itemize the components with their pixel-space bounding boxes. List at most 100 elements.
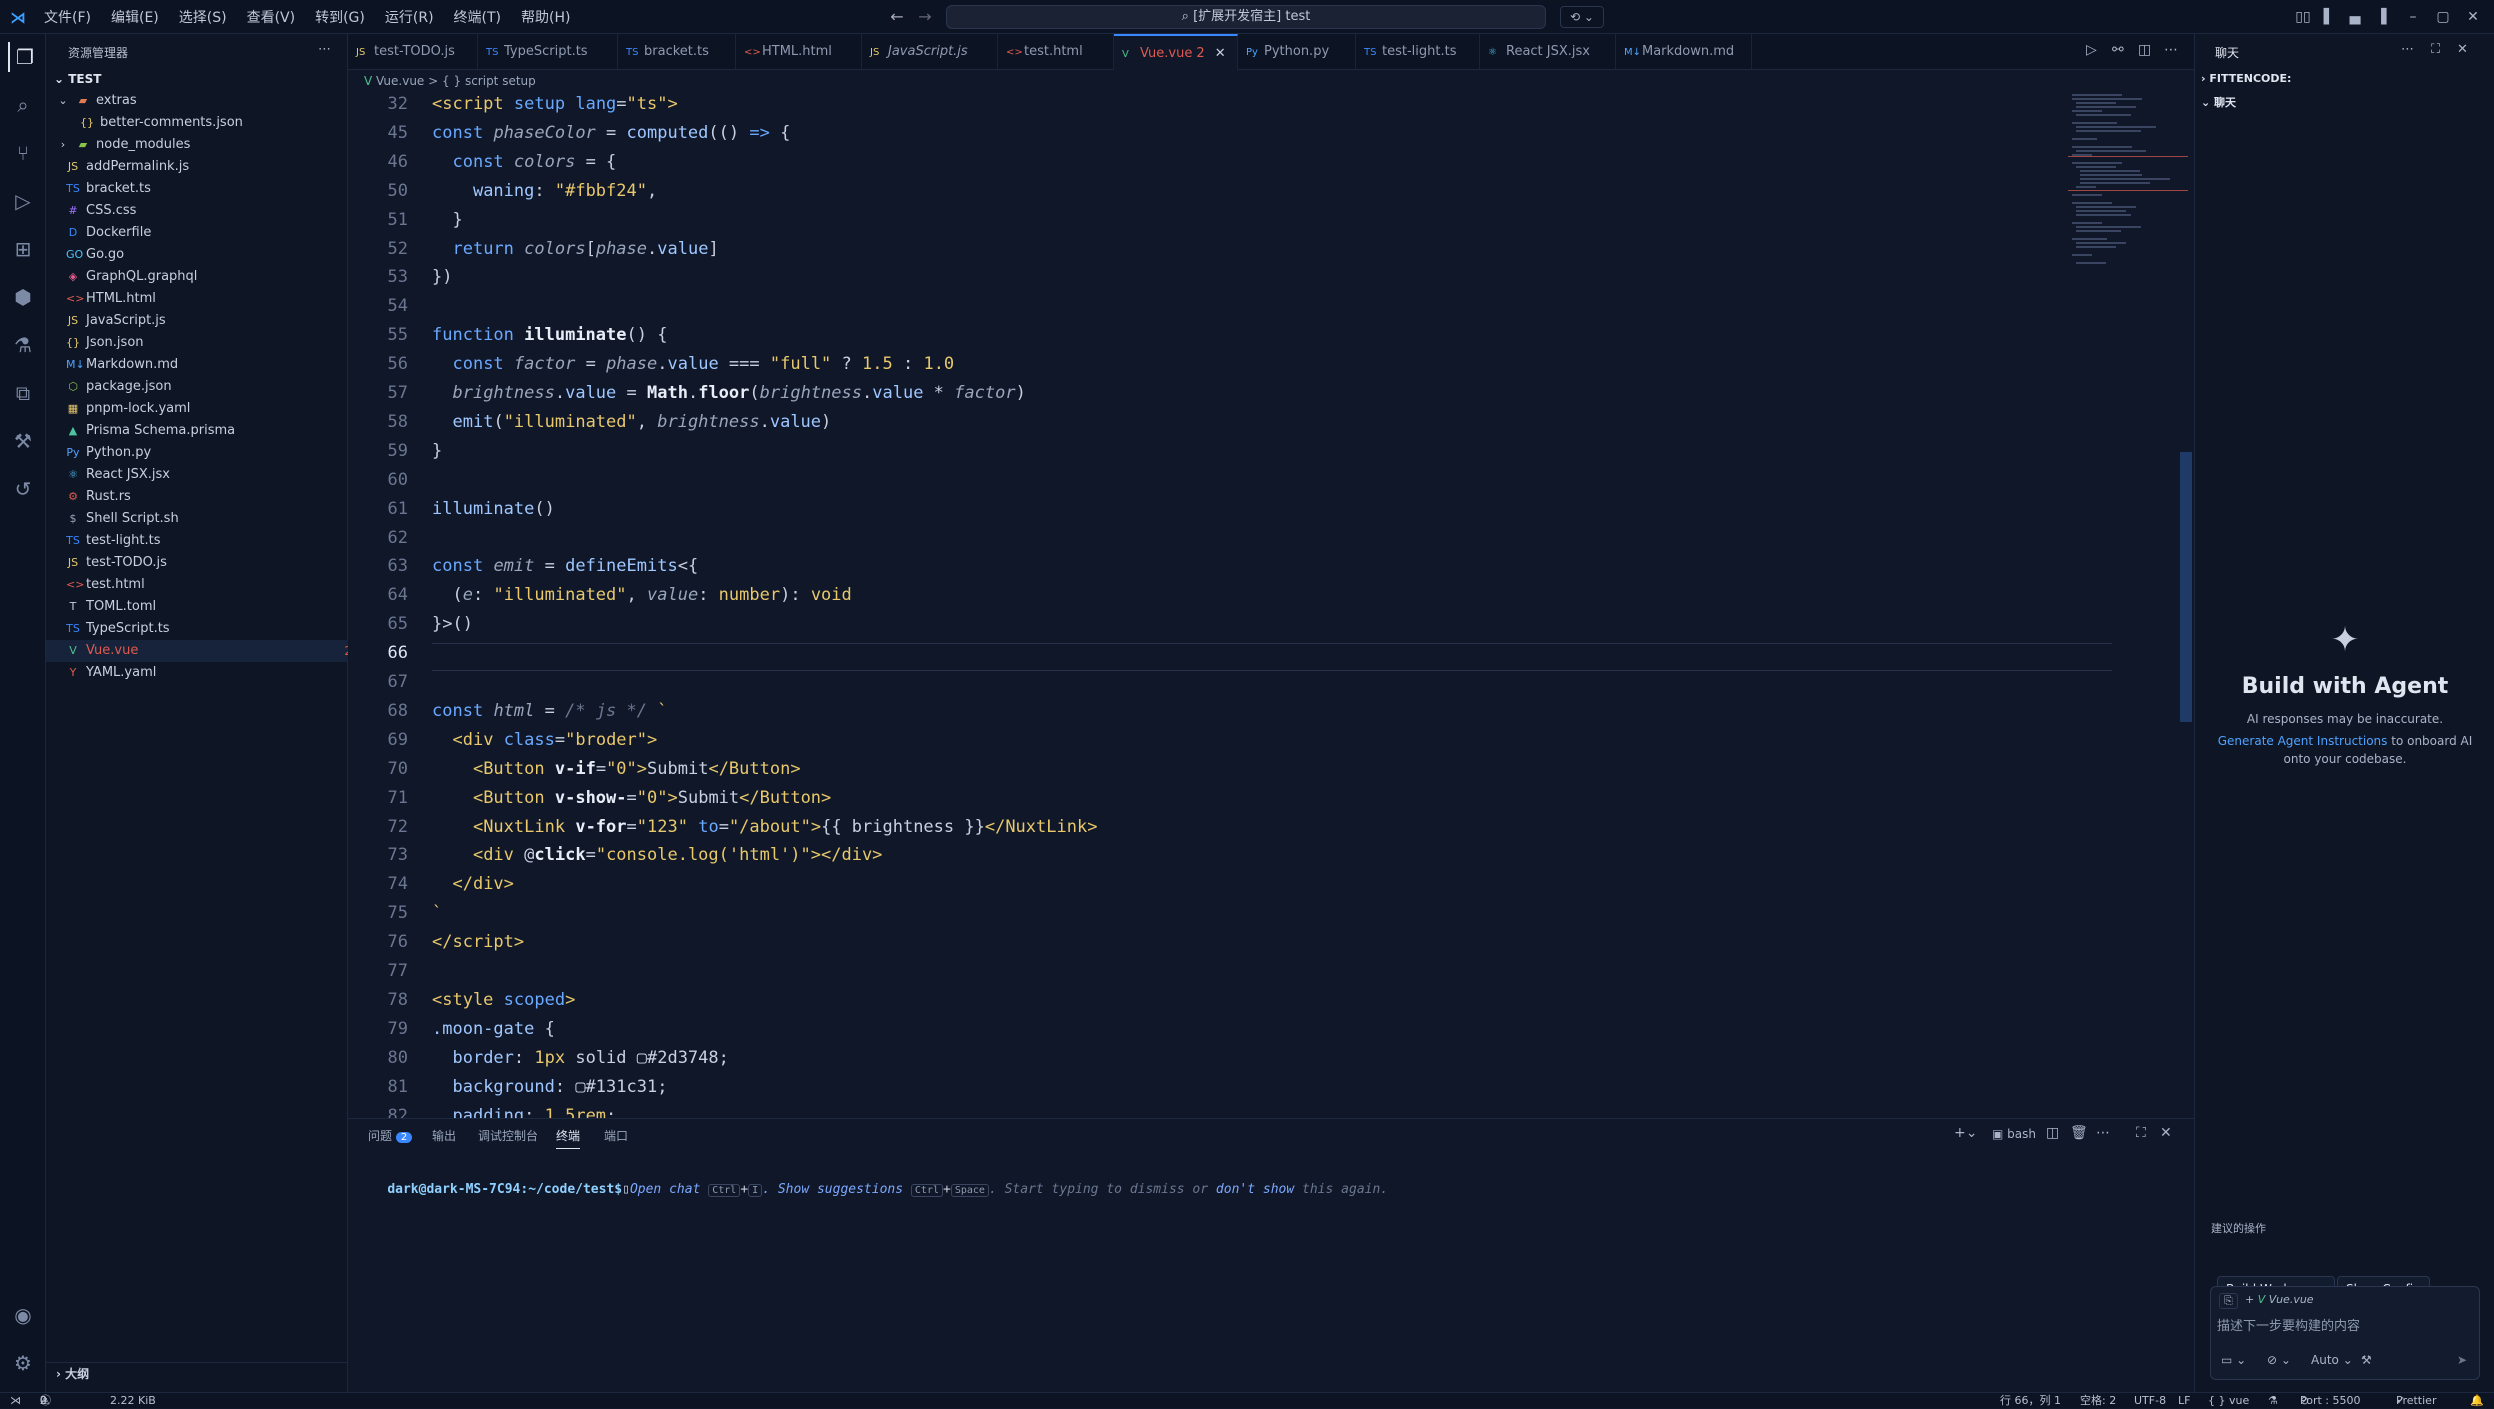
nav-forward-icon[interactable]: → [914, 7, 936, 27]
tab-debug-console[interactable]: 调试控制台 [478, 1127, 538, 1144]
menu-terminal[interactable]: 终端(T) [454, 7, 501, 27]
tab-editor[interactable]: JS JavaScript.js [862, 34, 998, 70]
tree-file[interactable]: <> HTML.html [46, 288, 368, 310]
close-tab-icon[interactable]: ✕ [1211, 46, 1226, 61]
new-terminal-icon[interactable]: +⌄ [1954, 1125, 1977, 1141]
run-debug-icon[interactable]: ▷ [8, 186, 38, 216]
maximize-chat-icon[interactable]: ⛶ [2431, 42, 2440, 57]
tree-file[interactable]: ◈ GraphQL.graphql [46, 266, 368, 288]
tab-editor[interactable]: JS test-TODO.js [348, 34, 478, 70]
tree-file[interactable]: TS TypeScript.ts [46, 618, 368, 640]
tree-folder[interactable]: ⌄ ▰ extras [46, 90, 358, 112]
close-window-icon[interactable]: ✕ [2462, 6, 2484, 28]
tree-file[interactable]: JS test-TODO.js [46, 552, 368, 574]
tab-editor[interactable]: Py Python.py [1238, 34, 1356, 70]
menu-file[interactable]: 文件(F) [44, 7, 91, 27]
tree-file[interactable]: <> test.html [46, 574, 368, 596]
send-icon[interactable]: ➤ [2457, 1353, 2467, 1367]
containers-icon[interactable]: ⬢ [8, 282, 38, 312]
menu-help[interactable]: 帮助(H) [521, 7, 570, 27]
remote-icon[interactable]: ⋊ [10, 1393, 21, 1409]
split-terminal-icon[interactable]: ◫ [2046, 1125, 2059, 1141]
toggle-sidebar-icon[interactable]: ▌ [2318, 6, 2340, 28]
terminal-output[interactable]: dark@dark-MS-7C94:~/code/test$▯Open chat… [356, 1167, 1388, 1212]
command-center-search[interactable]: ⌕ [扩展开发宿主] test [946, 5, 1546, 29]
minimize-icon[interactable]: – [2402, 6, 2424, 28]
tree-file[interactable]: JS JavaScript.js [46, 310, 368, 332]
tools-icon[interactable]: ⚒ [2361, 1353, 2372, 1367]
tab-terminal[interactable]: 终端 [556, 1127, 581, 1149]
tools-picker-icon[interactable]: ⊘ ⌄ [2267, 1353, 2291, 1367]
feedback-icon[interactable]: ⚗ [2268, 1393, 2278, 1409]
source-control-icon[interactable]: ⑂ [8, 138, 38, 168]
menu-go[interactable]: 转到(G) [315, 7, 365, 27]
editor-scrollbar[interactable] [2180, 452, 2192, 722]
chat-mode-icon[interactable]: ▭ ⌄ [2221, 1353, 2246, 1367]
tree-file[interactable]: Py Python.py [46, 442, 368, 464]
tree-file[interactable]: TS bracket.ts [46, 178, 368, 200]
tab-editor[interactable]: TS TypeScript.ts [478, 34, 618, 70]
tree-file[interactable]: Y YAML.yaml [46, 662, 368, 684]
workspace-root[interactable]: ⌄ TEST [54, 72, 101, 86]
generate-instructions-link[interactable]: Generate Agent Instructions [2218, 734, 2388, 748]
layout-toggle-icon[interactable]: ▯▯ [2292, 6, 2314, 28]
testing-icon[interactable]: ⚗ [8, 330, 38, 360]
close-chat-icon[interactable]: ✕ [2457, 42, 2468, 57]
tree-file[interactable]: {} better-comments.json [46, 112, 382, 134]
tab-editor[interactable]: TS bracket.ts [618, 34, 736, 70]
kill-terminal-icon[interactable]: 🗑 [2070, 1125, 2088, 1141]
tree-file[interactable]: D Dockerfile [46, 222, 368, 244]
tree-file[interactable]: {} Json.json [46, 332, 368, 354]
run-icon[interactable]: ▷ [2086, 42, 2097, 58]
account-icon[interactable]: ◉ [8, 1300, 38, 1330]
tree-file[interactable]: M↓Markdown.md [46, 354, 368, 376]
hint-suggestions[interactable]: . Show suggestions [762, 1182, 903, 1197]
tree-file[interactable]: # CSS.css [46, 200, 368, 222]
remote-explorer-icon[interactable]: ⧉ [8, 378, 38, 408]
tools-icon[interactable]: ⚒ [8, 426, 38, 456]
menu-edit[interactable]: 编辑(E) [111, 7, 159, 27]
tree-file[interactable]: JS addPermalink.js [46, 156, 368, 178]
tab-editor[interactable]: <>HTML.html [736, 34, 862, 70]
tree-file[interactable]: T TOML.toml [46, 596, 368, 618]
copilot-menu-icon[interactable]: ⟲ ⌄ [1560, 6, 1604, 28]
tree-folder[interactable]: › ▰ node_modules [46, 134, 358, 156]
breadcrumb-symbol[interactable]: { } script setup [442, 74, 536, 88]
timeline-icon[interactable]: ↺ [8, 474, 38, 504]
menu-view[interactable]: 查看(V) [247, 7, 296, 27]
menu-run[interactable]: 运行(R) [385, 7, 434, 27]
tree-file[interactable]: ▲ Prisma Schema.prisma [46, 420, 368, 442]
outline-section[interactable]: › 大纲 [46, 1362, 348, 1384]
extensions-icon[interactable]: ⊞ [8, 234, 38, 264]
encoding[interactable]: UTF-8 [2134, 1393, 2166, 1409]
terminal-shell-label[interactable]: ▣ bash [1992, 1127, 2036, 1141]
tab-editor[interactable]: ⚛ React JSX.jsx [1480, 34, 1616, 70]
cursor-position[interactable]: 行 66，列 1 [2000, 1393, 2061, 1409]
more-actions-icon[interactable]: ⋯ [2401, 42, 2414, 57]
notifications-bell-icon[interactable]: 🔔 [2470, 1393, 2484, 1409]
code-editor[interactable]: 32 <script setup lang="ts"> 45 const phaseC… [348, 92, 2194, 1118]
tree-file[interactable]: ▦ pnpm-lock.yaml [46, 398, 368, 420]
tree-file[interactable]: TS test-light.ts [46, 530, 368, 552]
minimap[interactable] [2068, 92, 2188, 302]
tab-output[interactable]: 输出 [432, 1127, 456, 1144]
tab-active-editor[interactable]: V Vue.vue 2 ✕ [1114, 34, 1238, 70]
tree-file[interactable]: ⬡ package.json [46, 376, 368, 398]
tree-file[interactable]: VVue.vue2 [46, 640, 368, 662]
tab-editor[interactable]: <>test.html [998, 34, 1114, 70]
indentation[interactable]: 空格: 2 [2080, 1393, 2116, 1409]
line-ending[interactable]: LF [2178, 1393, 2190, 1409]
settings-gear-icon[interactable]: ⚙ [8, 1348, 38, 1378]
explorer-icon[interactable]: ❐ [8, 42, 40, 72]
compare-icon[interactable]: ⚯ [2112, 42, 2124, 58]
model-picker[interactable]: Auto ⌄ [2311, 1353, 2353, 1367]
maximize-panel-icon[interactable]: ⛶ [2136, 1125, 2146, 1141]
chat-section[interactable]: ⌄ 聊天 [2201, 94, 2236, 110]
more-actions-icon[interactable]: ⋯ [2096, 1125, 2110, 1141]
fittencode-section[interactable]: › FITTENCODE: [2201, 72, 2291, 85]
toggle-panel-icon[interactable]: ▄ [2344, 6, 2366, 28]
tab-editor[interactable]: TS test-light.ts [1356, 34, 1480, 70]
menu-selection[interactable]: 选择(S) [179, 7, 227, 27]
tree-file[interactable]: ⚛ React JSX.jsx [46, 464, 368, 486]
tree-file[interactable]: ⚙ Rust.rs [46, 486, 368, 508]
